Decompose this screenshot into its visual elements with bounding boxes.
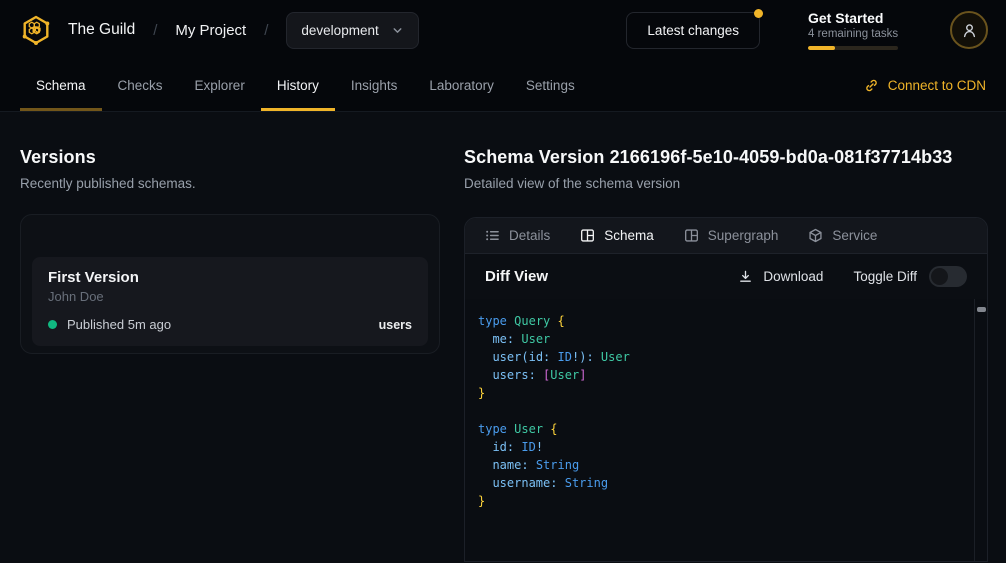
code-scrollbar (974, 299, 987, 561)
code-block[interactable]: type Query { me: User user(id: ID!): Use… (465, 299, 987, 561)
panels-icon (580, 228, 595, 243)
code-scrollbar-thumb[interactable] (977, 307, 986, 312)
main-content: Versions Recently published schemas. Fir… (0, 112, 1006, 562)
connect-cdn-link[interactable]: Connect to CDN (864, 60, 986, 111)
code-lines: type Query { me: User user(id: ID!): Use… (478, 312, 961, 510)
detail-tab-label: Schema (604, 228, 654, 243)
version-name: First Version (48, 269, 412, 286)
latest-changes-button[interactable]: Latest changes (626, 12, 760, 49)
latest-changes-label: Latest changes (647, 23, 739, 38)
download-button[interactable]: Download (738, 269, 823, 284)
version-meta-row: Published 5m ago users (48, 317, 412, 332)
code-line: type Query { (478, 312, 961, 330)
detail-tab-label: Supergraph (708, 228, 779, 243)
code-line: name: String (478, 456, 961, 474)
toggle-diff-switch[interactable] (929, 266, 967, 287)
nav-tab-history[interactable]: History (261, 60, 335, 111)
version-list-item[interactable]: First Version John Doe Published 5m ago … (32, 257, 428, 346)
detail-tab-schema[interactable]: Schema (580, 228, 654, 243)
nav-tab-settings[interactable]: Settings (510, 60, 591, 111)
code-line: id: ID! (478, 438, 961, 456)
get-started-progress-fill (808, 46, 835, 50)
nav-tab-insights[interactable]: Insights (335, 60, 414, 111)
target-nav: SchemaChecksExplorerHistoryInsightsLabor… (0, 60, 1006, 112)
code-line: user(id: ID!): User (478, 348, 961, 366)
get-started-title: Get Started (808, 10, 900, 26)
org-name[interactable]: The Guild (68, 21, 135, 39)
diff-view-title: Diff View (485, 268, 548, 285)
detail-tab-details[interactable]: Details (485, 228, 550, 243)
version-status: Published 5m ago (67, 317, 171, 332)
person-icon (961, 22, 978, 39)
code-line: username: String (478, 474, 961, 492)
versions-subtitle: Recently published schemas. (20, 176, 440, 191)
code-line: me: User (478, 330, 961, 348)
code-line: users: [User] (478, 366, 961, 384)
link-icon (864, 78, 879, 93)
environment-value: development (301, 23, 378, 38)
diff-toolbar: Diff View Download Toggle Diff (465, 254, 987, 299)
version-author: John Doe (48, 289, 412, 304)
published-status-icon (48, 320, 57, 329)
nav-tab-schema[interactable]: Schema (20, 60, 102, 111)
code-line: } (478, 492, 961, 510)
get-started-subtitle: 4 remaining tasks (808, 28, 900, 40)
breadcrumb: The Guild / My Project / development (68, 12, 419, 49)
version-service-badge: users (379, 318, 412, 332)
code-line: type User { (478, 420, 961, 438)
box-icon (808, 228, 823, 243)
toggle-diff-label: Toggle Diff (853, 269, 917, 284)
nav-tabs: SchemaChecksExplorerHistoryInsightsLabor… (20, 60, 591, 111)
detail-tab-service[interactable]: Service (808, 228, 877, 243)
schema-detail-card: Details Schema Supergraph Service Diff View… (464, 217, 988, 562)
panels-icon (684, 228, 699, 243)
list-icon (485, 228, 500, 243)
breadcrumb-separator: / (153, 22, 157, 39)
schema-version-subtitle: Detailed view of the schema version (464, 176, 988, 191)
environment-select[interactable]: development (286, 12, 418, 49)
detail-tabs: Details Schema Supergraph Service (465, 218, 987, 254)
get-started-progressbar (808, 46, 898, 50)
download-icon (738, 269, 753, 284)
detail-tab-label: Details (509, 228, 550, 243)
app-header: The Guild / My Project / development Lat… (0, 0, 1006, 60)
project-name[interactable]: My Project (175, 22, 246, 39)
nav-tab-checks[interactable]: Checks (102, 60, 179, 111)
detail-tab-supergraph[interactable]: Supergraph (684, 228, 779, 243)
chevron-down-icon (391, 24, 404, 37)
versions-panel: Versions Recently published schemas. Fir… (20, 112, 440, 562)
toggle-knob (931, 268, 948, 285)
breadcrumb-separator: / (264, 22, 268, 39)
versions-card: First Version John Doe Published 5m ago … (20, 214, 440, 354)
connect-cdn-label: Connect to CDN (888, 78, 986, 93)
hive-logo-icon[interactable] (20, 14, 52, 46)
detail-tab-label: Service (832, 228, 877, 243)
schema-version-title: Schema Version 2166196f-5e10-4059-bd0a-0… (464, 147, 988, 168)
download-label: Download (763, 269, 823, 284)
nav-tab-explorer[interactable]: Explorer (179, 60, 261, 111)
nav-tab-laboratory[interactable]: Laboratory (413, 60, 510, 111)
code-line: } (478, 384, 961, 402)
versions-title: Versions (20, 147, 440, 168)
code-line (478, 402, 961, 420)
get-started-widget[interactable]: Get Started 4 remaining tasks (808, 10, 900, 50)
user-avatar[interactable] (950, 11, 988, 49)
version-detail-panel: Schema Version 2166196f-5e10-4059-bd0a-0… (464, 112, 988, 562)
notification-dot (754, 9, 763, 18)
